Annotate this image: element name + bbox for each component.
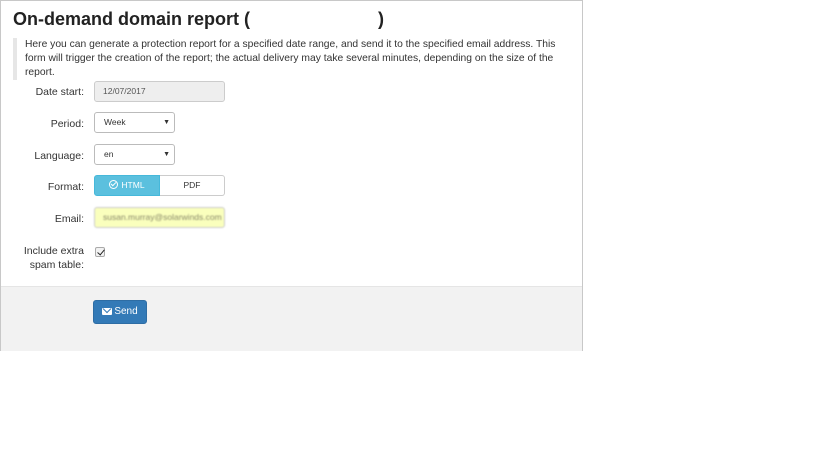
language-select[interactable]: en ▼: [94, 144, 175, 165]
spam-table-label: Include extra spam table:: [24, 244, 84, 272]
format-pdf-label: PDF: [183, 180, 201, 190]
format-label: Format:: [47, 181, 84, 193]
spam-table-label-line1: Include extra: [23, 245, 84, 257]
page-title: On-demand domain report (): [13, 9, 384, 30]
report-description: Here you can generate a protection repor…: [13, 38, 573, 80]
period-select[interactable]: Week ▼: [94, 112, 175, 133]
period-row: Period: Week ▼: [1, 112, 582, 133]
email-field[interactable]: susan.murray@solarwinds.com: [94, 207, 225, 228]
check-circle-icon: [109, 180, 119, 189]
title-prefix: On-demand domain report (: [13, 9, 251, 29]
caret-down-icon: ▼: [163, 119, 170, 126]
language-label: Language:: [34, 150, 84, 162]
form-footer: Send: [1, 286, 582, 351]
report-panel: On-demand domain report () Here you can …: [0, 0, 583, 351]
email-label: Email:: [54, 213, 84, 225]
envelope-icon: [102, 308, 113, 315]
format-toggle: HTML PDF: [94, 175, 225, 196]
spam-table-label-line2: spam table:: [29, 259, 84, 271]
send-button[interactable]: Send: [93, 300, 147, 324]
title-suffix: ): [378, 9, 385, 29]
date-start-label: Date start:: [35, 86, 84, 98]
send-label: Send: [114, 306, 138, 317]
period-value: Week: [104, 117, 126, 127]
spam-table-checkbox[interactable]: [95, 247, 105, 257]
caret-down-icon: ▼: [163, 151, 170, 158]
language-row: Language: en ▼: [1, 144, 582, 165]
date-start-input[interactable]: 12/07/2017: [94, 81, 225, 102]
format-html-label: HTML: [121, 180, 145, 190]
spam-table-row: Include extra spam table:: [1, 244, 582, 271]
language-value: en: [104, 149, 114, 159]
format-pdf-button[interactable]: PDF: [160, 175, 225, 196]
format-html-button[interactable]: HTML: [94, 175, 160, 196]
period-label: Period:: [50, 118, 84, 130]
